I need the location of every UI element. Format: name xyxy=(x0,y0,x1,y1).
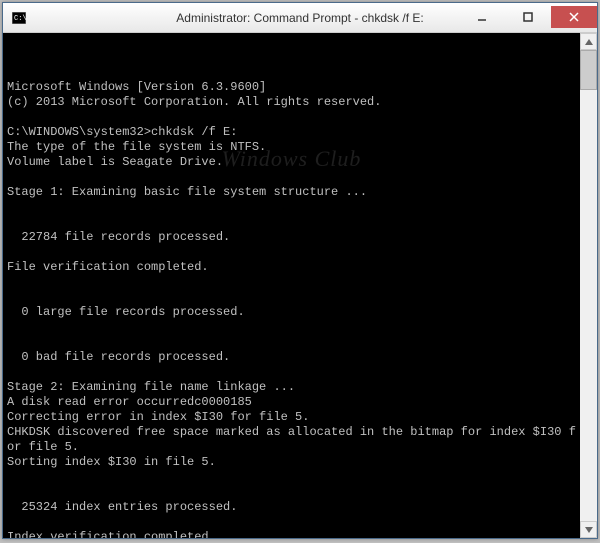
console-line xyxy=(7,170,576,185)
console-line: A disk read error occurredc0000185 xyxy=(7,395,576,410)
console-line xyxy=(7,275,576,290)
scrollbar-thumb[interactable] xyxy=(580,50,597,90)
console-line xyxy=(7,320,576,335)
console-line xyxy=(7,515,576,530)
cmd-icon: C:\ xyxy=(11,10,27,26)
titlebar[interactable]: C:\ Administrator: Command Prompt - chkd… xyxy=(3,3,597,33)
console-line: Microsoft Windows [Version 6.3.9600] xyxy=(7,80,576,95)
console-line: Correcting error in index $I30 for file … xyxy=(7,410,576,425)
console-line xyxy=(7,485,576,500)
vertical-scrollbar[interactable] xyxy=(580,33,597,538)
console-line xyxy=(7,365,576,380)
console-line: Index verification completed. xyxy=(7,530,576,538)
console-area: Windows Club Microsoft Windows [Version … xyxy=(3,33,597,538)
scrollbar-track[interactable] xyxy=(580,50,597,521)
minimize-button[interactable] xyxy=(459,6,505,28)
console-line: File verification completed. xyxy=(7,260,576,275)
console-line: 25324 index entries processed. xyxy=(7,500,576,515)
console-line: The type of the file system is NTFS. xyxy=(7,140,576,155)
console-line: 0 large file records processed. xyxy=(7,305,576,320)
command-prompt-window: C:\ Administrator: Command Prompt - chkd… xyxy=(2,2,598,539)
console-line xyxy=(7,470,576,485)
console-line: Stage 1: Examining basic file system str… xyxy=(7,185,576,200)
console-line: CHKDSK discovered free space marked as a… xyxy=(7,425,576,455)
close-button[interactable] xyxy=(551,6,597,28)
console-line xyxy=(7,245,576,260)
console-line: Stage 2: Examining file name linkage ... xyxy=(7,380,576,395)
console-line xyxy=(7,200,576,215)
scroll-down-button[interactable] xyxy=(580,521,597,538)
console-line: (c) 2013 Microsoft Corporation. All righ… xyxy=(7,95,576,110)
console-line xyxy=(7,290,576,305)
console-line: 22784 file records processed. xyxy=(7,230,576,245)
console-line xyxy=(7,215,576,230)
maximize-button[interactable] xyxy=(505,6,551,28)
console-line: C:\WINDOWS\system32>chkdsk /f E: xyxy=(7,125,576,140)
console-line xyxy=(7,110,576,125)
svg-text:C:\: C:\ xyxy=(14,15,26,23)
console-line: Volume label is Seagate Drive. xyxy=(7,155,576,170)
console-line: Sorting index $I30 in file 5. xyxy=(7,455,576,470)
console-line: 0 bad file records processed. xyxy=(7,350,576,365)
scroll-up-button[interactable] xyxy=(580,33,597,50)
console-line xyxy=(7,335,576,350)
window-controls xyxy=(459,7,597,28)
console-output[interactable]: Windows Club Microsoft Windows [Version … xyxy=(3,33,580,538)
